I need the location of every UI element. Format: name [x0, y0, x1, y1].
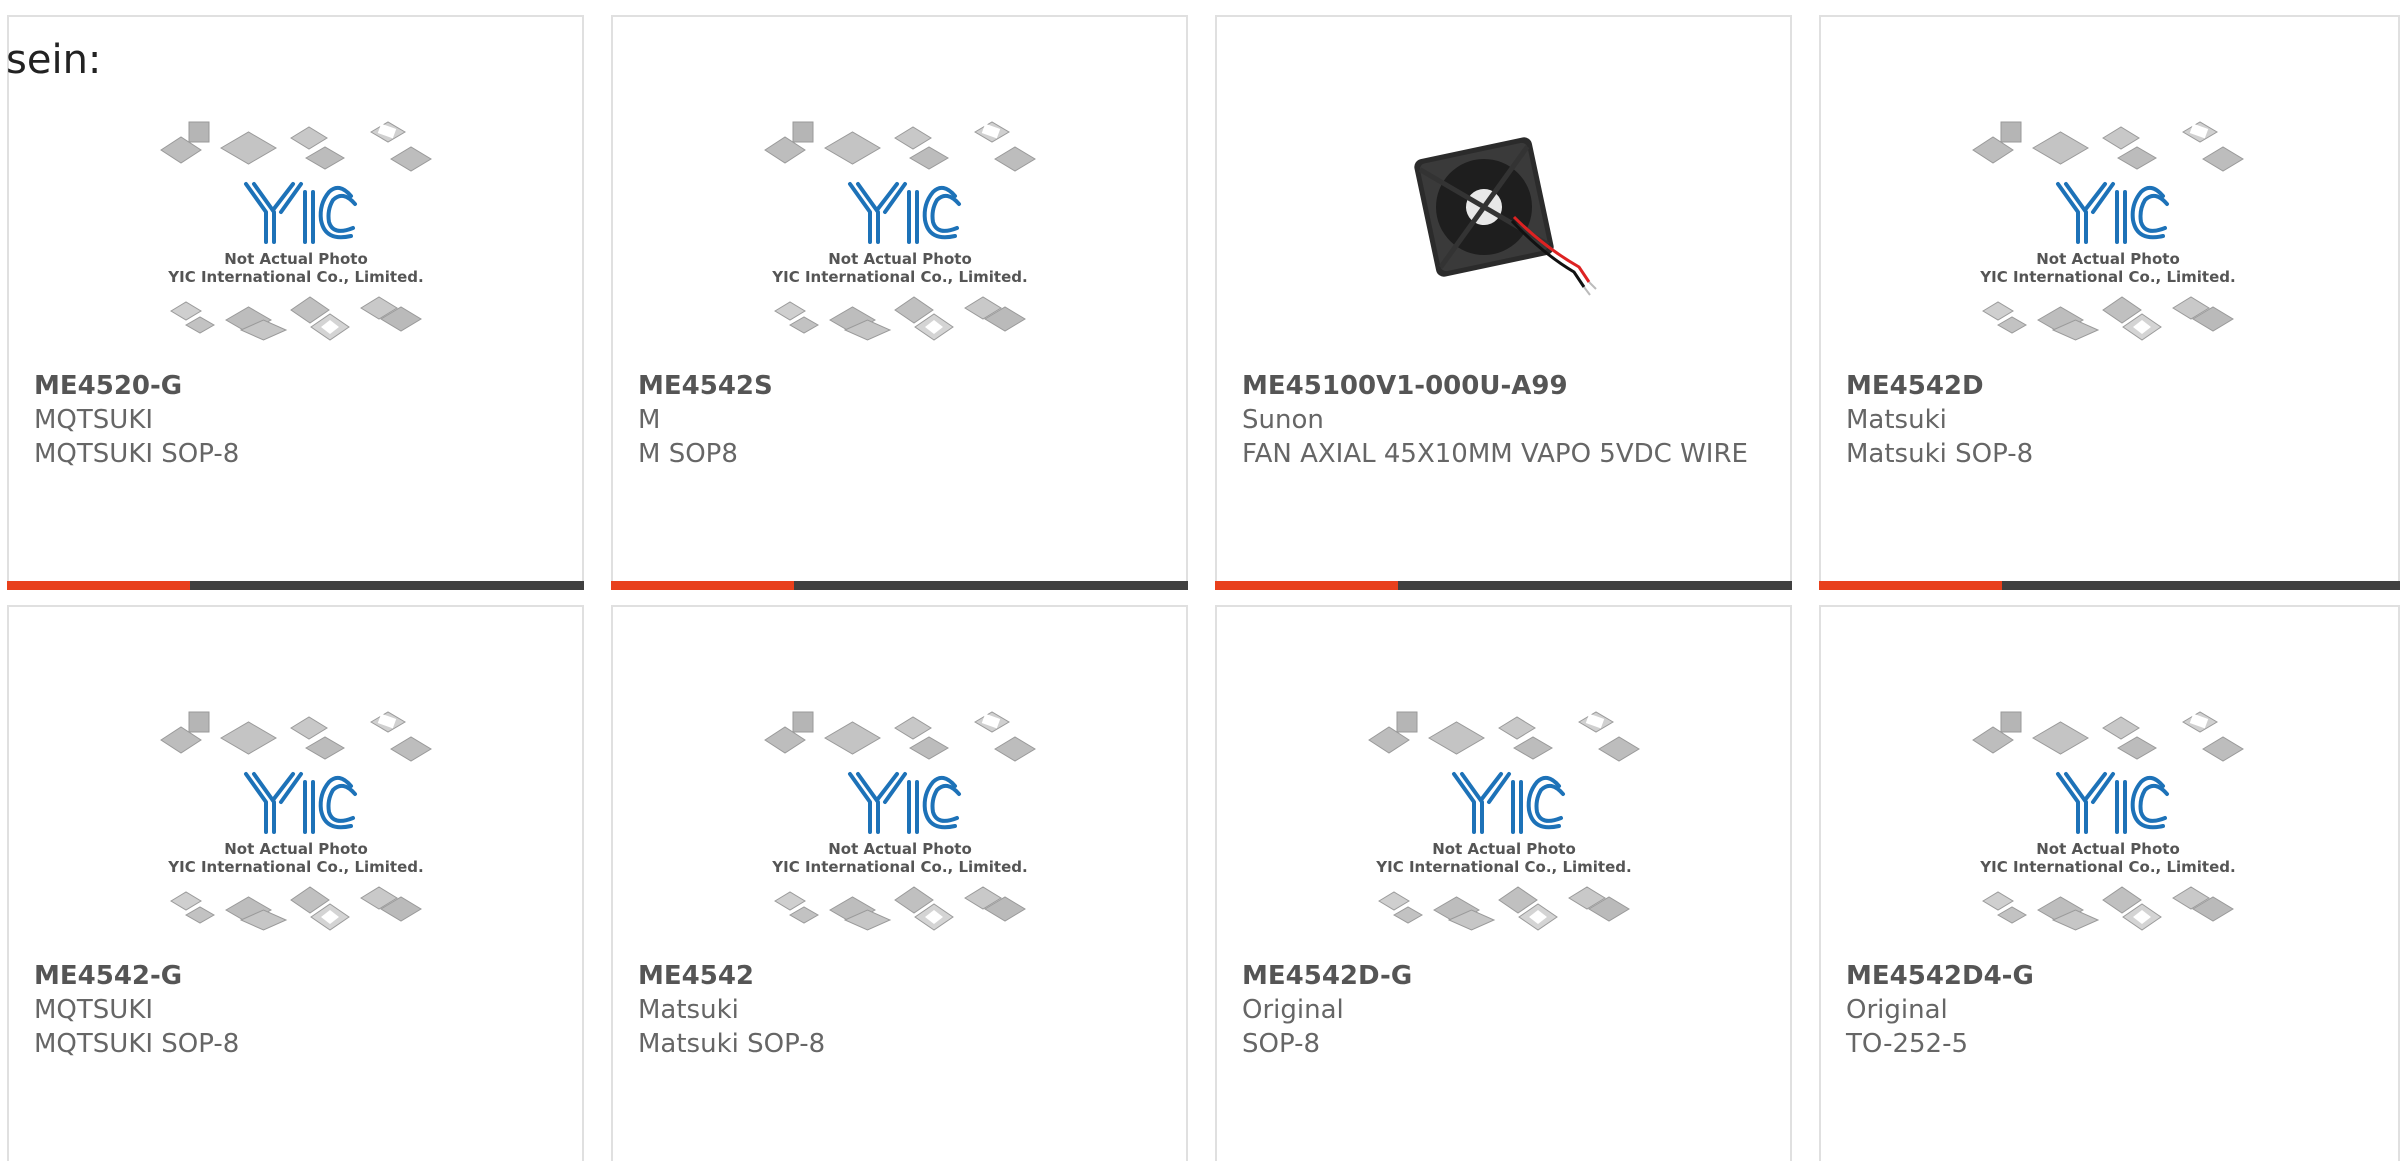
product-image[interactable]: Not Actual Photo YIC International Co., L…	[1821, 667, 2394, 947]
product-image[interactable]: Not Actual Photo YIC International Co., L…	[1217, 667, 1790, 947]
card-bar	[7, 581, 584, 590]
placeholder-photo-graphic: Not Actual PhotoYIC International Co., L…	[159, 711, 432, 931]
placeholder-company: YIC International Co., Limited.	[771, 268, 1027, 286]
yic-logo	[2055, 772, 2169, 834]
product-brand: Sunon	[1242, 405, 1324, 435]
placeholder-photo-graphic: Not Actual PhotoYIC International Co., L…	[1971, 121, 2244, 341]
part-number-link[interactable]: ME4542D4-G	[1846, 959, 2378, 993]
placeholder-caption: Not Actual Photo	[828, 250, 972, 268]
product-card[interactable]: Not Actual Photo YIC International Co., L…	[1215, 605, 1792, 1161]
product-description: MQTSUKI SOP-8	[34, 1029, 240, 1059]
placeholder-company: YIC International Co., Limited.	[167, 268, 423, 286]
placeholder-caption: Not Actual Photo	[224, 250, 368, 268]
product-info: ME4542 Matsuki Matsuki SOP-8	[638, 959, 1166, 1061]
product-info: ME4542S M M SOP8	[638, 369, 1166, 471]
placeholder-caption: Not Actual Photo	[2036, 840, 2180, 858]
yic-logo	[847, 772, 961, 834]
product-card[interactable]: Not Actual Photo YIC International Co., L…	[1819, 15, 2400, 590]
product-image[interactable]: Not Actual Photo YIC International Co., L…	[1821, 77, 2394, 357]
product-info: ME45100V1-000U-A99 Sunon FAN AXIAL 45X10…	[1242, 369, 1770, 471]
product-brand: M	[638, 405, 661, 435]
product-card[interactable]: ME45100V1-000U-A99 Sunon FAN AXIAL 45X10…	[1215, 15, 1792, 590]
product-image[interactable]: Not Actual Photo YIC International Co., L…	[9, 667, 582, 947]
product-card[interactable]: Not Actual Photo YIC International Co., L…	[7, 605, 584, 1161]
product-brand: Original	[1846, 995, 1948, 1025]
placeholder-photo-graphic: Not Actual PhotoYIC International Co., L…	[763, 121, 1036, 341]
placeholder-photo-graphic: Not Actual PhotoYIC International Co., L…	[763, 711, 1036, 931]
placeholder-caption: Not Actual Photo	[2036, 250, 2180, 268]
yic-logo	[243, 182, 357, 244]
card-bar	[1819, 581, 2400, 590]
card-bar-accent	[611, 581, 794, 590]
card-bar-accent	[7, 581, 190, 590]
placeholder-caption: Not Actual Photo	[828, 840, 972, 858]
yic-logo	[847, 182, 961, 244]
placeholder-company: YIC International Co., Limited.	[1979, 858, 2235, 876]
placeholder-photo-graphic: Not Actual PhotoYIC International Co., L…	[159, 121, 432, 341]
card-bar-accent	[1819, 581, 2002, 590]
product-info: ME4542D-G Original SOP-8	[1242, 959, 1770, 1061]
part-number-link[interactable]: ME4542D-G	[1242, 959, 1770, 993]
part-number-link[interactable]: ME4542-G	[34, 959, 562, 993]
product-card[interactable]: Not Actual Photo YIC International Co., L…	[611, 15, 1188, 590]
part-number-link[interactable]: ME4542D	[1846, 369, 2378, 403]
product-grid-page: sein: Not Actual Photo YIC International …	[0, 0, 2400, 1161]
product-description: M SOP8	[638, 439, 738, 469]
card-bar-accent	[1215, 581, 1398, 590]
product-card[interactable]: Not Actual Photo YIC International Co., L…	[611, 605, 1188, 1161]
product-card[interactable]: Not Actual Photo YIC International Co., L…	[1819, 605, 2400, 1161]
product-info: ME4520-G MQTSUKI MQTSUKI SOP-8	[34, 369, 562, 471]
part-number-link[interactable]: ME4542S	[638, 369, 1166, 403]
yic-logo	[243, 772, 357, 834]
placeholder-photo-graphic: Not Actual PhotoYIC International Co., L…	[1367, 711, 1640, 931]
product-image[interactable]	[1217, 77, 1790, 357]
product-info: ME4542-G MQTSUKI MQTSUKI SOP-8	[34, 959, 562, 1061]
placeholder-caption: Not Actual Photo	[224, 840, 368, 858]
product-description: Matsuki SOP-8	[638, 1029, 826, 1059]
part-number-link[interactable]: ME4520-G	[34, 369, 562, 403]
product-description: MQTSUKI SOP-8	[34, 439, 240, 469]
product-brand: MQTSUKI	[34, 995, 154, 1025]
product-info: ME4542D4-G Original TO-252-5	[1846, 959, 2378, 1061]
placeholder-company: YIC International Co., Limited.	[1375, 858, 1631, 876]
yic-logo	[2055, 182, 2169, 244]
part-number-link[interactable]: ME4542	[638, 959, 1166, 993]
product-image[interactable]: Not Actual Photo YIC International Co., L…	[613, 667, 1186, 947]
product-description: TO-252-5	[1846, 1029, 1969, 1059]
fan-photo	[1413, 137, 1597, 296]
product-brand: Matsuki	[638, 995, 739, 1025]
placeholder-company: YIC International Co., Limited.	[771, 858, 1027, 876]
part-number-link[interactable]: ME45100V1-000U-A99	[1242, 369, 1770, 403]
card-bar	[1215, 581, 1792, 590]
product-description: FAN AXIAL 45X10MM VAPO 5VDC WIRE	[1242, 439, 1748, 469]
product-image[interactable]: Not Actual Photo YIC International Co., L…	[613, 77, 1186, 357]
product-brand: Original	[1242, 995, 1344, 1025]
placeholder-company: YIC International Co., Limited.	[167, 858, 423, 876]
placeholder-photo-graphic: Not Actual PhotoYIC International Co., L…	[1971, 711, 2244, 931]
lead-text: sein:	[6, 37, 102, 83]
yic-logo	[1451, 772, 1565, 834]
product-brand: Matsuki	[1846, 405, 1947, 435]
product-info: ME4542D Matsuki Matsuki SOP-8	[1846, 369, 2378, 471]
product-card[interactable]: Not Actual Photo YIC International Co., L…	[7, 15, 584, 590]
card-bar	[611, 581, 1188, 590]
placeholder-caption: Not Actual Photo	[1432, 840, 1576, 858]
product-description: Matsuki SOP-8	[1846, 439, 2034, 469]
product-image[interactable]: Not Actual Photo YIC International Co., L…	[9, 77, 582, 357]
product-description: SOP-8	[1242, 1029, 1320, 1059]
placeholder-company: YIC International Co., Limited.	[1979, 268, 2235, 286]
product-brand: MQTSUKI	[34, 405, 154, 435]
